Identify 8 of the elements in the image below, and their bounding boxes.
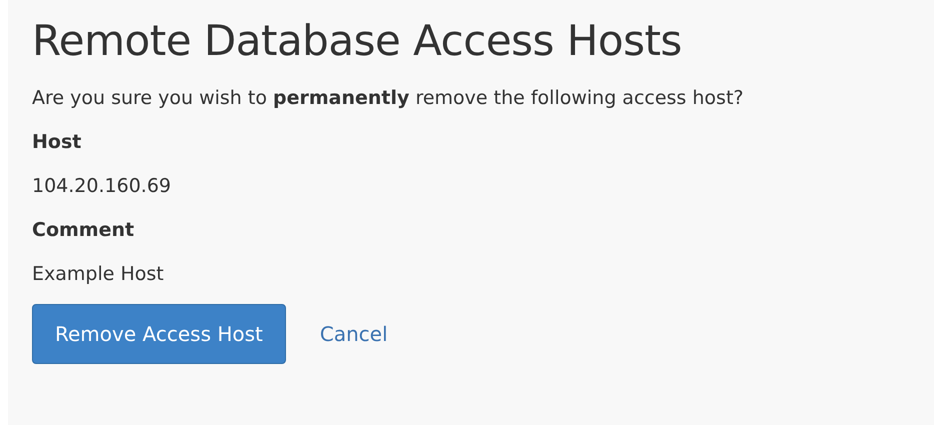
- field-label: Host: [32, 130, 82, 154]
- field-value: 104.20.160.69: [32, 174, 172, 198]
- confirmation-text: Are you sure you wish to permanently remove the following access host?: [32, 86, 744, 110]
- page-title: Remote Database Access Hosts: [32, 15, 683, 67]
- remove-button[interactable]: Remove Access Host: [32, 304, 286, 364]
- field-label: Comment: [32, 218, 136, 242]
- field-value: Example Host: [32, 262, 165, 286]
- cancel-link[interactable]: Cancel: [320, 322, 388, 346]
